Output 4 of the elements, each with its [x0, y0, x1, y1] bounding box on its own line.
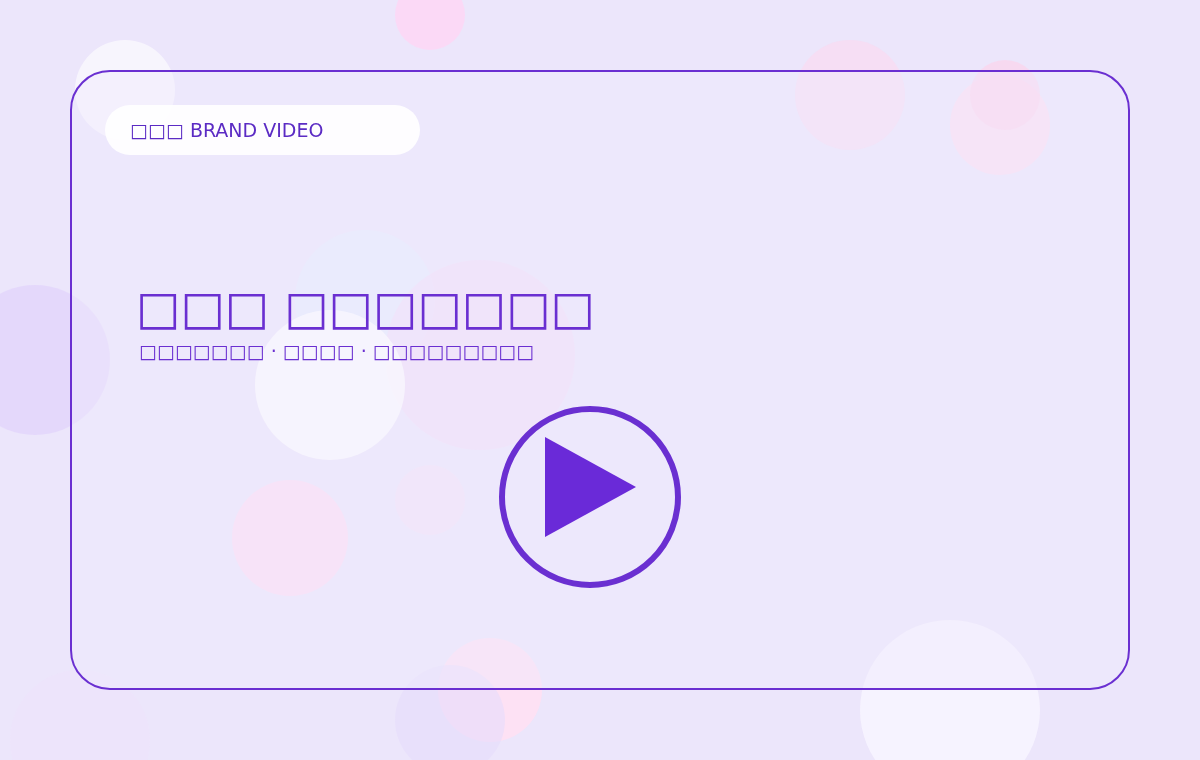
- video-subtitle: □□□□□□□ · □□□□ · □□□□□□□□□: [139, 339, 535, 364]
- play-button[interactable]: [499, 406, 681, 588]
- video-title: □□□ □□□□□□□: [136, 280, 595, 336]
- brand-badge: □□□ BRAND VIDEO: [105, 105, 420, 155]
